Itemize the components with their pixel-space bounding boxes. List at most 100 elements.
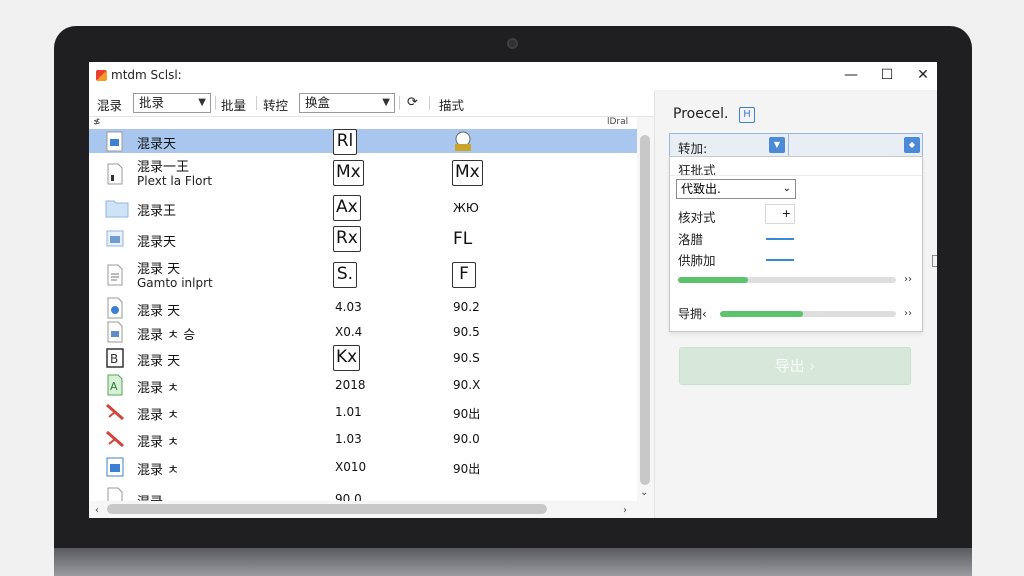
- batch-select-value: 批录: [139, 95, 165, 110]
- toolbar-batch-button[interactable]: 批量: [221, 95, 246, 114]
- list-item[interactable]: 混录 90.0: [89, 481, 637, 501]
- svg-text:B: B: [110, 352, 118, 366]
- list-header: ≰ lDral: [89, 117, 637, 129]
- key-cell: Kx: [333, 345, 361, 371]
- value-cell: 2018: [335, 378, 366, 392]
- list-item[interactable]: 混录一王 Plext la Flort Mx Mx: [89, 153, 637, 193]
- close-button[interactable]: ✕: [911, 65, 935, 85]
- properties-panel: Proecel. H 转加: ▼ ◆ 狂批式 代致出. ⌄ 核对式 + 洛腊 供…: [654, 90, 937, 518]
- header-corner: ≰: [93, 117, 101, 127]
- scroll-right-icon[interactable]: ›: [623, 505, 627, 516]
- image-icon: [106, 131, 123, 152]
- horizontal-scroll-thumb[interactable]: [107, 504, 547, 514]
- toolbar-convert-button[interactable]: 转控: [263, 95, 288, 114]
- list-item[interactable]: 混录 天 4.03 90.2: [89, 295, 637, 320]
- list-item[interactable]: 混录王 Ax ЖЮ: [89, 193, 637, 223]
- key-cell: F: [452, 262, 476, 288]
- format-select[interactable]: 换盒 ▼: [299, 93, 395, 113]
- file-name: 混录 天: [137, 304, 181, 319]
- list-item[interactable]: B 混录 天 Kx 90.S: [89, 344, 637, 372]
- tool-icon: [106, 430, 124, 448]
- camera-icon: [507, 38, 518, 49]
- value-cell: X0.4: [335, 325, 363, 339]
- list-item[interactable]: 混录 天 Gamto inlprt S. F: [89, 255, 637, 295]
- column-header[interactable]: lDral: [607, 117, 628, 127]
- value-cell: ЖЮ: [453, 201, 479, 215]
- list-item[interactable]: 混录天 Rl: [89, 129, 637, 155]
- maximize-button[interactable]: ☐: [875, 65, 899, 85]
- chevrons-right-icon[interactable]: ››: [904, 308, 912, 319]
- divider: [670, 175, 922, 176]
- value-cell: 90.S: [453, 351, 480, 365]
- file-list[interactable]: ≰ lDral 混录天 Rl 混录一王 Plext la Flort Mx Mx…: [89, 116, 654, 518]
- chevron-down-icon[interactable]: ▼: [769, 137, 785, 153]
- list-item[interactable]: 混录 ㅊ X010 90出: [89, 453, 637, 481]
- export-button[interactable]: 导出 ›: [679, 347, 911, 385]
- document-icon: [107, 297, 123, 319]
- list-item[interactable]: 混录 ㅊ 1.01 90出: [89, 399, 637, 426]
- scroll-down-icon[interactable]: ⌄: [640, 487, 648, 498]
- check-input[interactable]: +: [765, 204, 795, 224]
- panel-title-icon[interactable]: H: [739, 107, 755, 123]
- text-icon: [107, 264, 123, 286]
- toolbar-label-mix[interactable]: 混录: [97, 95, 122, 114]
- file-name: 混录一王: [137, 160, 190, 175]
- option-slider[interactable]: [766, 259, 794, 261]
- export-progress-bar: [720, 311, 896, 317]
- file-name: 混录 ㅊ: [137, 408, 180, 423]
- batch-select[interactable]: 批录 ▼: [133, 93, 211, 113]
- image-icon: [106, 230, 124, 247]
- scroll-left-icon[interactable]: ‹: [95, 505, 99, 516]
- file-name: 混录 ㅊ: [137, 435, 180, 450]
- green-file-icon: A: [107, 374, 123, 396]
- minimize-button[interactable]: —: [839, 65, 863, 85]
- vertical-scroll-thumb[interactable]: [640, 135, 650, 485]
- format-select-value: 换盒: [305, 95, 331, 110]
- file-name: 混录王: [137, 204, 177, 219]
- value-cell: 90.0: [453, 432, 480, 446]
- laptop-base: [54, 548, 972, 576]
- progress-fill: [678, 277, 748, 283]
- conversion-combo[interactable]: 转加: ▼ ◆: [669, 133, 923, 157]
- key-cell: Rx: [333, 226, 361, 252]
- key-cell: Mx: [333, 160, 364, 186]
- toolbar-style-button[interactable]: 描式: [439, 95, 464, 114]
- toolbar-divider: [429, 96, 430, 110]
- export-progress-label: 导拥‹: [678, 307, 707, 321]
- file-name: 混录 ㅊ: [137, 381, 180, 396]
- value-cell: 90.0: [335, 492, 362, 501]
- output-select-value: 代致出.: [681, 182, 721, 196]
- panel-title: Proecel.: [673, 106, 729, 122]
- image-icon: [107, 321, 123, 343]
- app-window: mtdm Sclsl: — ☐ ✕ 混录 批录 ▼ 批量 转控 换盒 ▼ ⟳ 描…: [89, 62, 937, 518]
- title-bar: mtdm Sclsl: — ☐ ✕: [89, 62, 937, 89]
- file-name: 混录 天: [137, 354, 181, 369]
- document-icon: [107, 487, 123, 501]
- list-item[interactable]: 混录 ㅊ 승 X0.4 90.5: [89, 320, 637, 344]
- dropdown-heading: 狂批式: [678, 163, 716, 178]
- refresh-icon[interactable]: ⟳: [407, 95, 418, 110]
- key-cell: S.: [333, 262, 357, 288]
- list-item[interactable]: A 混录 ㅊ 2018 90.X: [89, 372, 637, 399]
- check-label: 核对式: [678, 210, 716, 225]
- combo-label: 转加:: [678, 141, 708, 156]
- panel-edge-handle[interactable]: [932, 255, 937, 267]
- file-name: 混录 ㅊ 승: [137, 328, 196, 343]
- chevrons-right-icon[interactable]: ››: [904, 274, 912, 285]
- value-cell: 90.X: [453, 378, 481, 392]
- list-item[interactable]: 混录 ㅊ 1.03 90.0: [89, 426, 637, 453]
- tool-icon: [106, 403, 124, 421]
- option-label: 洛腊: [678, 232, 704, 247]
- output-select[interactable]: 代致出. ⌄: [676, 179, 796, 199]
- spinner-icon[interactable]: ◆: [904, 137, 920, 153]
- app-logo-icon: [96, 70, 107, 81]
- svg-text:A: A: [110, 380, 118, 393]
- value-cell: X010: [335, 460, 367, 474]
- document-icon: [107, 163, 123, 185]
- list-item[interactable]: 混录天 Rx FL: [89, 223, 637, 255]
- file-name: 混录: [137, 491, 163, 501]
- option-slider[interactable]: [766, 238, 794, 240]
- toolbar: 混录 批录 ▼ 批量 转控 换盒 ▼ ⟳ 描式: [89, 90, 654, 116]
- toolbar-divider: [399, 96, 400, 110]
- file-subtitle: Plext la Flort: [137, 174, 213, 188]
